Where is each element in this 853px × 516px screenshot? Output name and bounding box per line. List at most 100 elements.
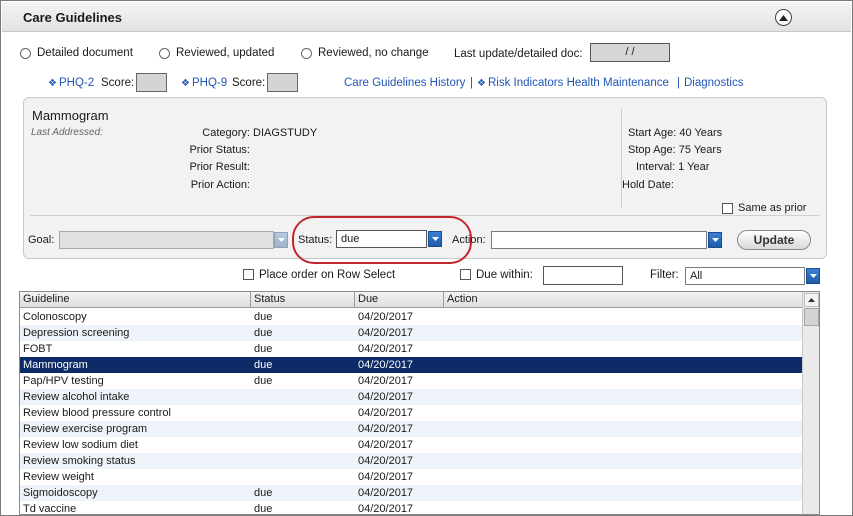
phq9-link[interactable]: PHQ-9 — [192, 77, 227, 89]
cell-guideline: Colonoscopy — [23, 311, 87, 323]
due-within-field[interactable] — [543, 266, 623, 285]
status-dropdown-button[interactable] — [428, 231, 442, 247]
interval: Interval: 1 Year — [636, 161, 710, 173]
action-label: Action: — [452, 234, 486, 246]
due-within-checkbox-group[interactable]: Due within: — [460, 269, 533, 281]
phq2-score-field[interactable] — [136, 73, 167, 92]
place-order-checkbox[interactable] — [243, 269, 254, 281]
status-label: Status: — [298, 234, 333, 246]
risk-indicators-link[interactable]: Risk Indicators Health Maintenance — [488, 77, 669, 89]
cell-due: 04/20/2017 — [358, 343, 414, 355]
cell-status: due — [254, 503, 273, 515]
last-update-field[interactable]: / / — [590, 43, 670, 62]
filter-label: Filter: — [650, 269, 679, 281]
update-button[interactable]: Update — [737, 230, 811, 250]
place-order-label: Place order on Row Select — [259, 269, 396, 281]
cell-guideline: Td vaccine — [23, 503, 77, 515]
filter-dropdown-button[interactable] — [806, 268, 820, 284]
phq9-group: ❖ PHQ-9 — [181, 77, 227, 89]
scroll-up-button[interactable] — [804, 293, 819, 307]
cell-due: 04/20/2017 — [358, 487, 414, 499]
collapse-button[interactable] — [775, 9, 792, 26]
column-header-status[interactable]: Status — [251, 292, 355, 308]
same-as-prior-checkbox[interactable] — [722, 202, 733, 214]
prior-result-label: Prior Result: — [189, 161, 250, 173]
table-row[interactable]: Colonoscopy due 04/20/2017 — [20, 309, 802, 325]
radio-circle[interactable] — [20, 47, 31, 59]
cell-status: due — [254, 487, 273, 499]
care-guidelines-window: Care Guidelines Detailed document Review… — [0, 0, 853, 516]
cell-due: 04/20/2017 — [358, 391, 414, 403]
radio-reviewed-no-change[interactable]: Reviewed, no change — [301, 47, 429, 59]
filter-select[interactable]: All — [685, 267, 805, 285]
phq2-link[interactable]: PHQ-2 — [59, 77, 94, 89]
radio-label: Reviewed, updated — [176, 47, 275, 59]
table-row[interactable]: Review smoking status 04/20/2017 — [20, 453, 802, 469]
column-header-action[interactable]: Action — [444, 292, 802, 308]
cell-due: 04/20/2017 — [358, 503, 414, 515]
table-row[interactable]: Sigmoidoscopy due 04/20/2017 — [20, 485, 802, 501]
column-header-guideline[interactable]: Guideline — [20, 292, 251, 308]
cell-guideline: Sigmoidoscopy — [23, 487, 98, 499]
last-update-label: Last update/detailed doc: — [454, 48, 583, 60]
column-header-due[interactable]: Due — [355, 292, 444, 308]
history-link[interactable]: Care Guidelines History — [344, 77, 465, 89]
scroll-thumb[interactable] — [804, 308, 819, 326]
radio-circle[interactable] — [159, 47, 170, 59]
diagnostics-link[interactable]: Diagnostics — [684, 77, 743, 89]
cell-due: 04/20/2017 — [358, 423, 414, 435]
chevron-down-icon — [711, 238, 719, 242]
phq9-score-field[interactable] — [267, 73, 298, 92]
action-dropdown-button[interactable] — [708, 232, 722, 248]
table-row[interactable]: FOBT due 04/20/2017 — [20, 341, 802, 357]
table-row[interactable]: Depression screening due 04/20/2017 — [20, 325, 802, 341]
table-row[interactable]: Review low sodium diet 04/20/2017 — [20, 437, 802, 453]
title-bar: Care Guidelines — [2, 2, 851, 32]
table-row[interactable]: Review blood pressure control 04/20/2017 — [20, 405, 802, 421]
cell-guideline: FOBT — [23, 343, 53, 355]
cell-status: due — [254, 327, 273, 339]
cell-due: 04/20/2017 — [358, 327, 414, 339]
table-row[interactable]: Review weight 04/20/2017 — [20, 469, 802, 485]
diamond-icon: ❖ — [48, 78, 57, 89]
table-row[interactable]: Mammogram due 04/20/2017 — [20, 357, 802, 373]
category-value: DIAGSTUDY — [253, 127, 318, 139]
place-order-checkbox-group[interactable]: Place order on Row Select — [243, 269, 395, 281]
cell-status: due — [254, 311, 273, 323]
cell-guideline: Review blood pressure control — [23, 407, 171, 419]
history-link-text[interactable]: Care Guidelines History — [344, 77, 465, 89]
page-title: Care Guidelines — [23, 10, 122, 25]
start-age: Start Age: 40 Years — [628, 127, 723, 139]
panel-divider — [621, 108, 622, 208]
status-field[interactable]: due — [336, 230, 427, 248]
cell-due: 04/20/2017 — [358, 439, 414, 451]
cell-due: 04/20/2017 — [358, 407, 414, 419]
cell-status: due — [254, 375, 273, 387]
cell-guideline: Review smoking status — [23, 455, 136, 467]
chevron-down-icon — [809, 274, 817, 278]
chevron-up-icon — [779, 14, 788, 21]
due-within-checkbox[interactable] — [460, 269, 471, 281]
cell-guideline: Review alcohol intake — [23, 391, 130, 403]
goal-dropdown-button[interactable] — [274, 232, 288, 248]
guideline-title: Mammogram — [32, 108, 109, 123]
cell-guideline: Mammogram — [23, 359, 88, 371]
radio-detailed-document[interactable]: Detailed document — [20, 47, 133, 59]
cell-due: 04/20/2017 — [358, 471, 414, 483]
radio-reviewed-updated[interactable]: Reviewed, updated — [159, 47, 274, 59]
radio-circle[interactable] — [301, 47, 312, 59]
goal-field[interactable] — [59, 231, 274, 249]
vertical-scrollbar[interactable] — [802, 292, 819, 514]
radio-label: Reviewed, no change — [318, 47, 429, 59]
table-row[interactable]: Pap/HPV testing due 04/20/2017 — [20, 373, 802, 389]
action-field[interactable] — [491, 231, 707, 249]
phq2-group: ❖ PHQ-2 — [48, 77, 94, 89]
table-row[interactable]: Review exercise program 04/20/2017 — [20, 421, 802, 437]
table-row[interactable]: Td vaccine due 04/20/2017 — [20, 501, 802, 515]
guideline-detail-panel: Mammogram Last Addressed: Category: DIAG… — [23, 97, 827, 264]
category-label: Category: — [202, 127, 250, 139]
same-as-prior-checkbox-group[interactable]: Same as prior — [722, 202, 806, 214]
table-row[interactable]: Review alcohol intake 04/20/2017 — [20, 389, 802, 405]
cell-status: due — [254, 359, 273, 371]
link-separator: | — [470, 77, 473, 89]
